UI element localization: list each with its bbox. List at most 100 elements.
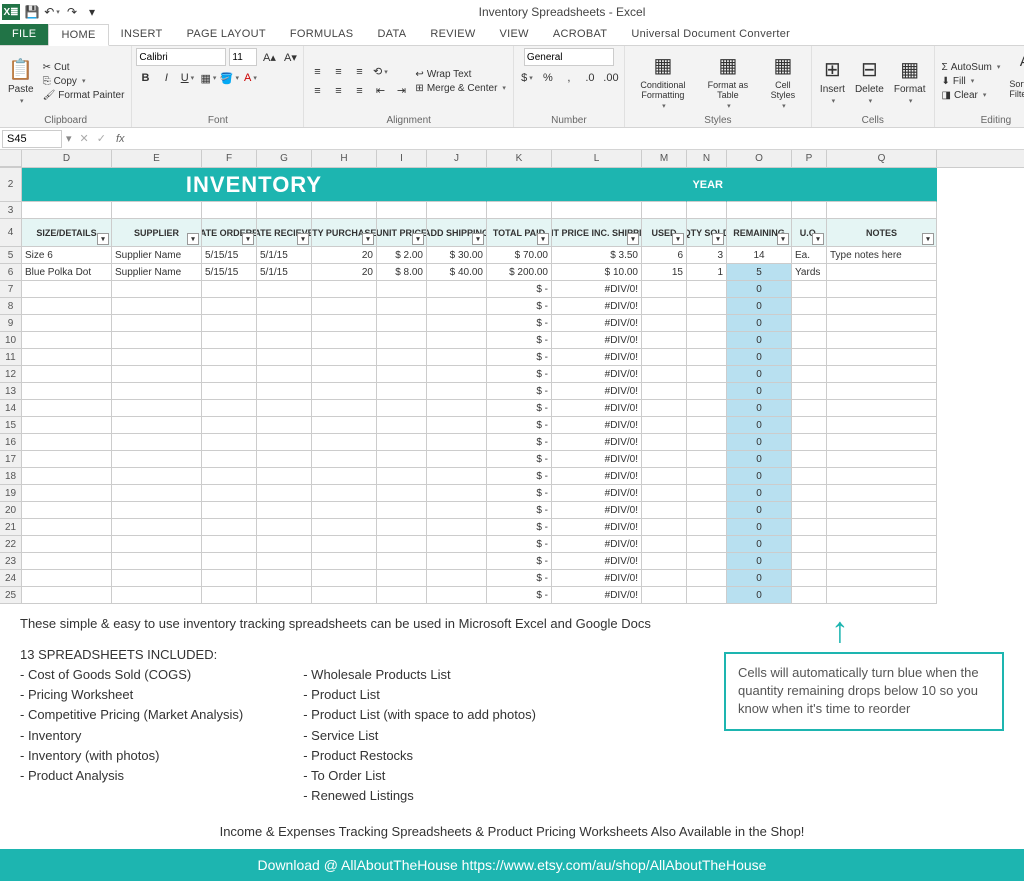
cell[interactable]: [642, 400, 687, 417]
cell[interactable]: [827, 366, 937, 383]
cell[interactable]: 5/15/15: [202, 264, 257, 281]
cell[interactable]: [257, 315, 312, 332]
cell[interactable]: [112, 587, 202, 604]
cell[interactable]: [827, 298, 937, 315]
cell[interactable]: [22, 383, 112, 400]
row-header[interactable]: 5: [0, 247, 22, 264]
cell[interactable]: [112, 332, 202, 349]
cell[interactable]: [202, 417, 257, 434]
column-header-5[interactable]: UNIT PRICE: [377, 219, 427, 247]
cell[interactable]: [687, 434, 727, 451]
cell[interactable]: [687, 536, 727, 553]
cell[interactable]: #DIV/0!: [552, 451, 642, 468]
align-middle-icon[interactable]: ≡: [329, 63, 347, 81]
cell[interactable]: [257, 281, 312, 298]
cell[interactable]: [377, 536, 427, 553]
increase-indent-icon[interactable]: ⇥: [392, 82, 410, 100]
cell[interactable]: [312, 202, 377, 219]
autosum-button[interactable]: ΣAutoSum: [939, 61, 1004, 74]
cell[interactable]: 20: [312, 247, 377, 264]
col-header-I[interactable]: I: [377, 150, 427, 167]
cell[interactable]: [202, 400, 257, 417]
cell[interactable]: [312, 366, 377, 383]
cell[interactable]: [377, 587, 427, 604]
align-right-icon[interactable]: ≡: [350, 82, 368, 100]
cell[interactable]: [22, 315, 112, 332]
cell[interactable]: #DIV/0!: [552, 400, 642, 417]
cell[interactable]: [112, 553, 202, 570]
tab-data[interactable]: DATA: [365, 24, 418, 45]
cell[interactable]: [377, 332, 427, 349]
cell[interactable]: [377, 519, 427, 536]
cell[interactable]: [312, 383, 377, 400]
cell[interactable]: $ -: [487, 383, 552, 400]
row-header[interactable]: 14: [0, 400, 22, 417]
cell[interactable]: [202, 553, 257, 570]
cell[interactable]: [257, 366, 312, 383]
cell[interactable]: 0: [727, 485, 792, 502]
cell[interactable]: [377, 400, 427, 417]
cell[interactable]: [792, 298, 827, 315]
cell[interactable]: [257, 349, 312, 366]
cell[interactable]: $ -: [487, 400, 552, 417]
cell[interactable]: [427, 349, 487, 366]
cell[interactable]: [257, 468, 312, 485]
cell[interactable]: [257, 502, 312, 519]
cell[interactable]: [312, 332, 377, 349]
cell[interactable]: #DIV/0!: [552, 519, 642, 536]
row-header[interactable]: 4: [0, 219, 22, 247]
percent-icon[interactable]: %: [539, 69, 557, 87]
cell[interactable]: [427, 366, 487, 383]
cell[interactable]: [112, 202, 202, 219]
decrease-decimal-icon[interactable]: .00: [602, 69, 620, 87]
orientation-icon[interactable]: ⟲: [371, 63, 389, 81]
cell[interactable]: [22, 202, 112, 219]
cell[interactable]: [377, 570, 427, 587]
cell[interactable]: 0: [727, 587, 792, 604]
cell[interactable]: [312, 434, 377, 451]
sort-filter-button[interactable]: ᴬᴢSort & Filter: [1005, 52, 1024, 111]
cell[interactable]: [112, 366, 202, 383]
cell[interactable]: [377, 553, 427, 570]
cell[interactable]: [202, 451, 257, 468]
cell[interactable]: $ 2.00: [377, 247, 427, 264]
paste-button[interactable]: 📋Paste: [4, 55, 38, 107]
cell[interactable]: [642, 298, 687, 315]
format-painter-button[interactable]: 🖌Format Painter: [40, 89, 128, 102]
cell[interactable]: Blue Polka Dot: [22, 264, 112, 281]
cell[interactable]: [312, 468, 377, 485]
cell[interactable]: 0: [727, 434, 792, 451]
col-header-H[interactable]: H: [312, 150, 377, 167]
cell[interactable]: [827, 553, 937, 570]
row-header[interactable]: 9: [0, 315, 22, 332]
cell[interactable]: [112, 451, 202, 468]
column-header-4[interactable]: QTY PURCHASED: [312, 219, 377, 247]
cell[interactable]: [687, 315, 727, 332]
cell[interactable]: 20: [312, 264, 377, 281]
format-cells-button[interactable]: ▦Format: [890, 55, 930, 107]
cell[interactable]: #DIV/0!: [552, 570, 642, 587]
increase-decimal-icon[interactable]: .0: [581, 69, 599, 87]
cell[interactable]: [687, 349, 727, 366]
cell[interactable]: [202, 468, 257, 485]
cell[interactable]: $ 70.00: [487, 247, 552, 264]
cell[interactable]: [687, 332, 727, 349]
cell[interactable]: [687, 383, 727, 400]
column-header-8[interactable]: UNIT PRICE INC. SHIPPING: [552, 219, 642, 247]
cell[interactable]: 14: [727, 247, 792, 264]
cell[interactable]: 0: [727, 519, 792, 536]
cell[interactable]: $ -: [487, 349, 552, 366]
row-header[interactable]: 8: [0, 298, 22, 315]
fill-color-button[interactable]: 🪣: [220, 69, 238, 87]
cell[interactable]: [427, 468, 487, 485]
cell[interactable]: [827, 417, 937, 434]
enter-icon[interactable]: ✓: [93, 132, 110, 145]
cell[interactable]: $ -: [487, 570, 552, 587]
cut-button[interactable]: ✂Cut: [40, 61, 128, 74]
cell[interactable]: [687, 400, 727, 417]
cell[interactable]: #DIV/0!: [552, 298, 642, 315]
cell[interactable]: #DIV/0!: [552, 553, 642, 570]
cell[interactable]: [687, 502, 727, 519]
cell[interactable]: [202, 434, 257, 451]
font-color-button[interactable]: A: [241, 69, 259, 87]
